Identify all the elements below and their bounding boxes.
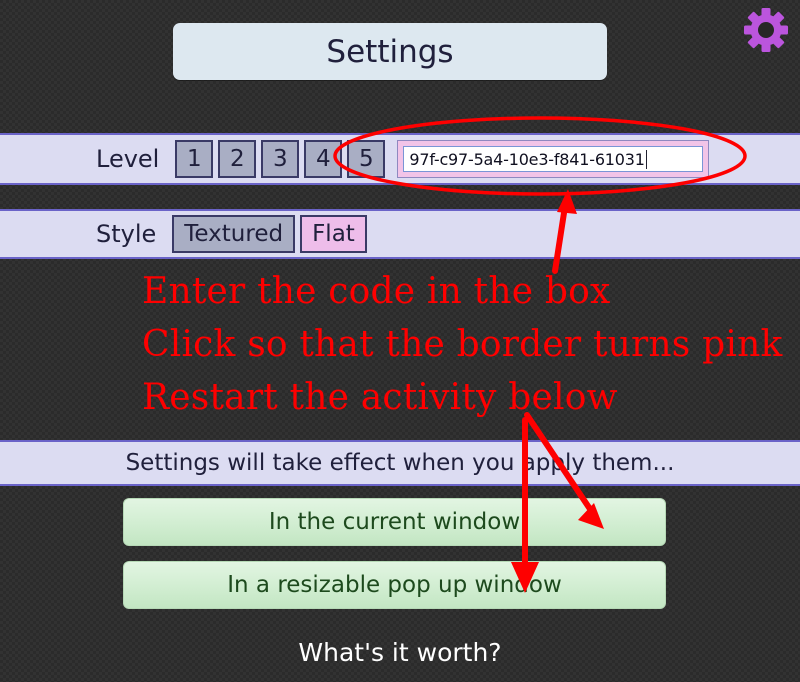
level-option-4[interactable]: 4 (304, 140, 343, 178)
annotation-line-2: Click so that the border turns pink (142, 324, 783, 365)
style-option-flat[interactable]: Flat (300, 215, 367, 253)
level-option-3[interactable]: 3 (261, 140, 300, 178)
setting-row-style: Style Textured Flat (0, 209, 800, 259)
level-option-5[interactable]: 5 (347, 140, 386, 178)
level-label: Level (96, 145, 160, 173)
annotation-line-3: Restart the activity below (142, 377, 618, 418)
setting-row-level: Level 1 2 3 4 5 97f-c97-5a4-10e3-f841-61… (0, 133, 800, 185)
annotation-line-1: Enter the code in the box (142, 271, 611, 312)
page-title: Settings (173, 23, 607, 80)
footer-text: What's it worth? (298, 638, 502, 667)
style-label: Style (96, 220, 157, 248)
apply-note-row: Settings will take effect when you apply… (0, 440, 800, 486)
code-input-value: 97f-c97-5a4-10e3-f841-61031 (409, 149, 645, 169)
apply-popup-window-button[interactable]: In a resizable pop up window (123, 561, 666, 609)
text-caret (645, 149, 647, 169)
apply-note-text: Settings will take effect when you apply… (125, 450, 675, 476)
level-option-1[interactable]: 1 (175, 140, 214, 178)
page-title-text: Settings (326, 33, 454, 70)
code-input[interactable]: 97f-c97-5a4-10e3-f841-61031 (403, 146, 704, 172)
gear-icon[interactable] (740, 4, 792, 56)
level-option-2[interactable]: 2 (218, 140, 257, 178)
apply-current-window-button[interactable]: In the current window (123, 498, 666, 546)
settings-screen: Settings Level 1 2 3 4 5 97f-c97-5a4-10e… (0, 0, 800, 682)
code-input-wrapper[interactable]: 97f-c97-5a4-10e3-f841-61031 (397, 140, 710, 178)
style-option-textured[interactable]: Textured (172, 215, 296, 253)
